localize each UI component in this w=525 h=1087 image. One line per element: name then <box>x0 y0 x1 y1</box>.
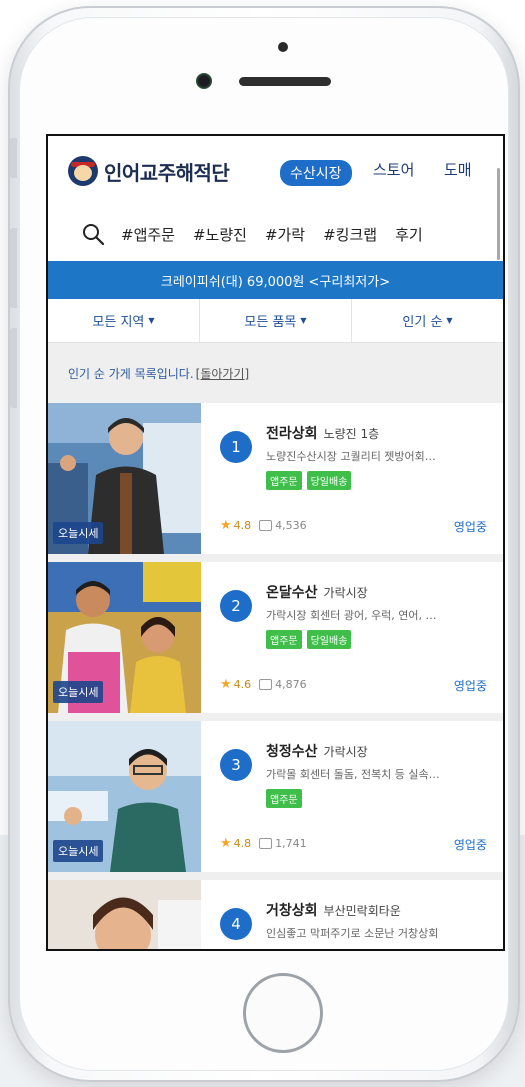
store-description: 인심좋고 막퍼주기로 소문난 거창상회 <box>266 927 439 940</box>
store-rating: 4.6 <box>233 678 252 691</box>
chip-app-order: 앱주문 <box>266 471 302 490</box>
volume-down-button <box>10 328 17 408</box>
store-card[interactable]: 오늘시세 1 전라상회 노량진 1층 노량진수산시장 고퀄리티 젯방어회… 앱주문… <box>48 403 503 554</box>
chip-same-day: 당일배송 <box>306 471 352 490</box>
rank-badge: 4 <box>220 908 252 940</box>
store-location: 노량진 1층 <box>323 427 380 441</box>
store-name: 온달수산 <box>266 585 318 601</box>
search-icon[interactable] <box>81 222 105 246</box>
store-list: 오늘시세 1 전라상회 노량진 1층 노량진수산시장 고퀄리티 젯방어회… 앱주문… <box>48 403 503 949</box>
today-price-badge[interactable]: 오늘시세 <box>53 840 104 862</box>
front-camera <box>196 73 212 89</box>
logo-text: 인어교주해적단 <box>104 162 230 185</box>
open-status: 영업중 <box>453 679 487 693</box>
filter-region-label: 모든 지역 <box>92 315 145 330</box>
open-status: 영업중 <box>453 838 487 852</box>
tag-garak[interactable]: #가락 <box>265 224 305 245</box>
tag-reviews[interactable]: 후기 <box>395 224 423 245</box>
pirate-logo-icon <box>68 156 98 186</box>
filter-product-label: 모든 품목 <box>244 315 297 330</box>
store-description: 가락시장 회센터 광어, 우럭, 연어, … <box>266 609 437 622</box>
store-photo <box>48 880 201 949</box>
app-screen: 인어교주해적단 수산시장 스토어 도매 #앱주문 #노량진 #가락 #킹크랩 후… <box>46 134 505 951</box>
store-comments: 4,876 <box>275 678 307 691</box>
filter-sort[interactable]: 인기 순 ▼ <box>352 299 503 342</box>
nav-wholesale[interactable]: 도매 <box>444 159 472 180</box>
promo-text: 크레이피쉬(대) 69,000원 <구리최저가> <box>160 274 391 290</box>
tag-bar: #앱주문 #노량진 #가락 #킹크랩 후기 <box>48 213 503 255</box>
volume-up-button <box>10 228 17 308</box>
store-location: 가락시장 <box>323 586 368 600</box>
rank-badge: 2 <box>220 590 252 622</box>
tag-app-order[interactable]: #앱주문 <box>121 224 175 245</box>
home-button[interactable] <box>243 973 323 1053</box>
nav-store[interactable]: 스토어 <box>373 159 414 180</box>
store-comments: 1,741 <box>275 837 307 850</box>
store-name: 청정수산 <box>266 744 318 760</box>
comment-icon <box>259 520 273 531</box>
store-location: 부산민락회타운 <box>323 904 401 918</box>
today-price-badge[interactable]: 오늘시세 <box>53 522 104 544</box>
star-icon: ★ <box>220 518 232 533</box>
silent-switch <box>10 138 17 178</box>
promo-banner[interactable]: 크레이피쉬(대) 69,000원 <구리최저가> <box>48 261 503 299</box>
back-link[interactable]: [돌아가기] <box>196 365 250 382</box>
tag-noryangjin[interactable]: #노량진 <box>193 224 247 245</box>
store-name: 전라상회 <box>266 426 318 442</box>
store-comments: 4,536 <box>275 519 307 532</box>
stage: 인어교주해적단 수산시장 스토어 도매 #앱주문 #노량진 #가락 #킹크랩 후… <box>0 0 525 1087</box>
store-title: 거창상회 부산민락회타운 <box>266 900 401 920</box>
tag-king-crab[interactable]: #킹크랩 <box>323 224 377 245</box>
chip-same-day: 당일배송 <box>306 630 352 649</box>
top-bar: 인어교주해적단 수산시장 스토어 도매 <box>48 136 503 260</box>
earpiece-speaker <box>239 77 331 86</box>
store-chips: 앱주문 당일배송 <box>266 630 356 649</box>
proximity-sensor <box>278 42 288 52</box>
store-card[interactable]: 4 거창상회 부산민락회타운 인심좋고 막퍼주기로 소문난 거창상회 <box>48 880 503 949</box>
open-status: 영업중 <box>453 520 487 534</box>
comment-icon <box>259 838 273 849</box>
store-chips: 앱주문 당일배송 <box>266 471 356 490</box>
chip-app-order: 앱주문 <box>266 630 302 649</box>
store-stats: ★ 4.8 1,741 <box>220 836 307 851</box>
store-title: 온달수산 가락시장 <box>266 582 368 602</box>
store-card[interactable]: 오늘시세 2 온달수산 가락시장 가락시장 회센터 광어, 우럭, 연어, … 앱… <box>48 562 503 713</box>
filter-sort-label: 인기 순 <box>402 315 443 330</box>
store-card[interactable]: 오늘시세 3 청정수산 가락시장 가락몰 회센터 돌돔, 전복치 등 실속… 앱주… <box>48 721 503 872</box>
store-description: 가락몰 회센터 돌돔, 전복치 등 실속… <box>266 768 440 781</box>
store-rating: 4.8 <box>233 519 252 532</box>
rank-badge: 1 <box>220 431 252 463</box>
store-rating: 4.8 <box>233 837 252 850</box>
store-title: 전라상회 노량진 1층 <box>266 423 379 443</box>
filter-region[interactable]: 모든 지역 ▼ <box>48 299 200 342</box>
nav-fish-market[interactable]: 수산시장 <box>280 160 352 186</box>
store-location: 가락시장 <box>323 745 368 759</box>
today-price-badge[interactable]: 오늘시세 <box>53 681 104 703</box>
app-logo[interactable]: 인어교주해적단 <box>68 156 230 186</box>
caret-down-icon: ▼ <box>446 316 453 325</box>
store-title: 청정수산 가락시장 <box>266 741 368 761</box>
store-stats: ★ 4.8 4,536 <box>220 518 307 533</box>
store-stats: ★ 4.6 4,876 <box>220 677 307 692</box>
comment-icon <box>259 679 273 690</box>
list-notice: 인기 순 가게 목록입니다. [돌아가기] <box>48 343 503 403</box>
store-chips: 앱주문 <box>266 789 307 808</box>
star-icon: ★ <box>220 677 232 692</box>
star-icon: ★ <box>220 836 232 851</box>
notice-text: 인기 순 가게 목록입니다. <box>68 366 194 381</box>
store-name: 거창상회 <box>266 903 318 919</box>
filter-bar: 모든 지역 ▼ 모든 품목 ▼ 인기 순 ▼ <box>48 299 503 343</box>
filter-product[interactable]: 모든 품목 ▼ <box>200 299 352 342</box>
chip-app-order: 앱주문 <box>266 789 302 808</box>
caret-down-icon: ▼ <box>148 316 155 325</box>
store-photo: 오늘시세 <box>48 562 201 713</box>
store-photo: 오늘시세 <box>48 403 201 554</box>
rank-badge: 3 <box>220 749 252 781</box>
caret-down-icon: ▼ <box>300 316 307 325</box>
store-description: 노량진수산시장 고퀄리티 젯방어회… <box>266 450 436 463</box>
store-photo: 오늘시세 <box>48 721 201 872</box>
